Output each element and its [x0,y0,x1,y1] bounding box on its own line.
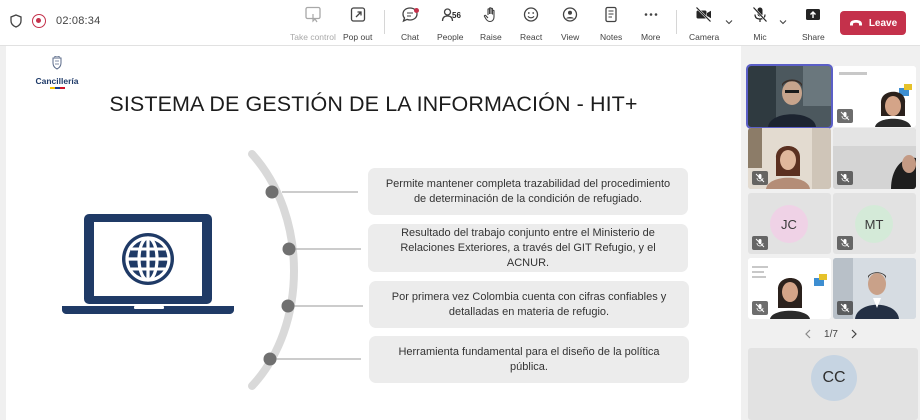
people-label: People [437,32,464,42]
participant-video-tile[interactable] [833,128,916,189]
pop-out-button[interactable]: Pop out [343,6,372,42]
self-view-tile[interactable]: CC [748,348,918,420]
react-button[interactable]: React [520,6,542,42]
meeting-status: 02:08:34 [10,14,100,28]
recording-icon [32,14,46,28]
participant-video-tile[interactable] [746,64,833,129]
participant-video-tile[interactable] [833,66,916,127]
leave-label: Leave [868,17,898,29]
take-control-label: Take control [290,32,336,42]
muted-mic-icon [837,236,853,250]
view-label: View [561,32,580,42]
pop-out-label: Pop out [343,32,373,42]
view-button[interactable]: View [561,6,579,42]
mic-label: Mic [753,32,767,42]
muted-mic-icon [752,171,768,185]
muted-mic-icon [752,236,768,250]
page-indicator: 1/7 [824,328,838,340]
mic-options-chevron-icon[interactable] [779,18,787,26]
chevron-right-icon[interactable] [850,329,858,339]
camera-label: Camera [689,32,720,42]
avatar: JC [770,205,808,243]
take-control-button[interactable]: Take control [290,6,336,42]
toolbar-divider [384,10,385,34]
bullet-text: Permite mantener completa trazabilidad d… [385,177,671,205]
notes-label: Notes [600,32,623,42]
pop-out-icon [350,7,365,22]
meeting-timer: 02:08:34 [56,15,101,27]
bullet-box: Herramienta fundamental para el diseño d… [369,336,689,383]
shared-presentation-slide: Cancillería SISTEMA DE GESTIÓN DE LA INF… [6,46,741,420]
bullet-box: Permite mantener completa trazabilidad d… [368,168,688,215]
avatar: MT [855,205,893,243]
muted-mic-icon [837,301,853,315]
more-button[interactable]: More [641,6,660,42]
participant-video-tile[interactable] [748,128,831,189]
bullet-text: Resultado del trabajo conjunto entre el … [400,226,656,269]
muted-mic-icon [752,301,768,315]
muted-mic-icon [837,171,853,185]
chat-label: Chat [401,32,419,42]
chevron-left-icon[interactable] [804,329,812,339]
take-control-icon [305,6,321,23]
participant-avatar-tile[interactable]: JC [748,193,831,254]
smiley-icon [523,7,539,22]
notes-button[interactable]: Notes [600,6,622,42]
more-label: More [641,32,661,42]
leave-button[interactable]: Leave [840,11,906,35]
react-label: React [520,32,543,42]
participant-video-tile[interactable] [748,258,831,319]
raise-label: Raise [480,32,502,42]
people-count: 56 [452,11,461,20]
bullet-text: Herramienta fundamental para el diseño d… [398,345,660,373]
bullet-box: Resultado del trabajo conjunto entre el … [368,224,688,272]
raise-hand-button[interactable]: Raise [480,6,502,42]
view-icon [562,7,578,22]
participant-video-tile[interactable] [833,258,916,319]
shield-icon[interactable] [10,14,22,28]
participant-avatar-tile[interactable]: MT [833,193,916,254]
chat-notification-dot [414,8,419,13]
avatar: CC [811,355,857,401]
share-label: Share [802,32,825,42]
camera-off-icon [695,6,712,23]
toolbar-divider [676,10,677,34]
gallery-pager: 1/7 [742,324,920,344]
share-button[interactable]: Share [802,6,825,42]
bullet-text: Por primera vez Colombia cuenta con cifr… [391,290,667,318]
mic-button[interactable]: Mic [751,6,769,42]
share-icon [806,9,821,20]
mic-off-icon [752,6,768,23]
muted-mic-icon [837,109,853,123]
more-icon [644,13,657,16]
phone-hangup-icon [849,20,862,26]
notes-icon [605,6,617,23]
camera-button[interactable]: Camera [689,6,719,42]
bullet-box: Por primera vez Colombia cuenta con cifr… [369,281,689,328]
camera-options-chevron-icon[interactable] [725,18,733,26]
participant-video [748,66,831,127]
meeting-toolbar: 02:08:34 Take control Pop out Chat Peopl… [0,0,920,46]
participants-gallery: JC MT 1/7 CC [742,46,920,420]
raise-hand-icon [483,7,495,23]
